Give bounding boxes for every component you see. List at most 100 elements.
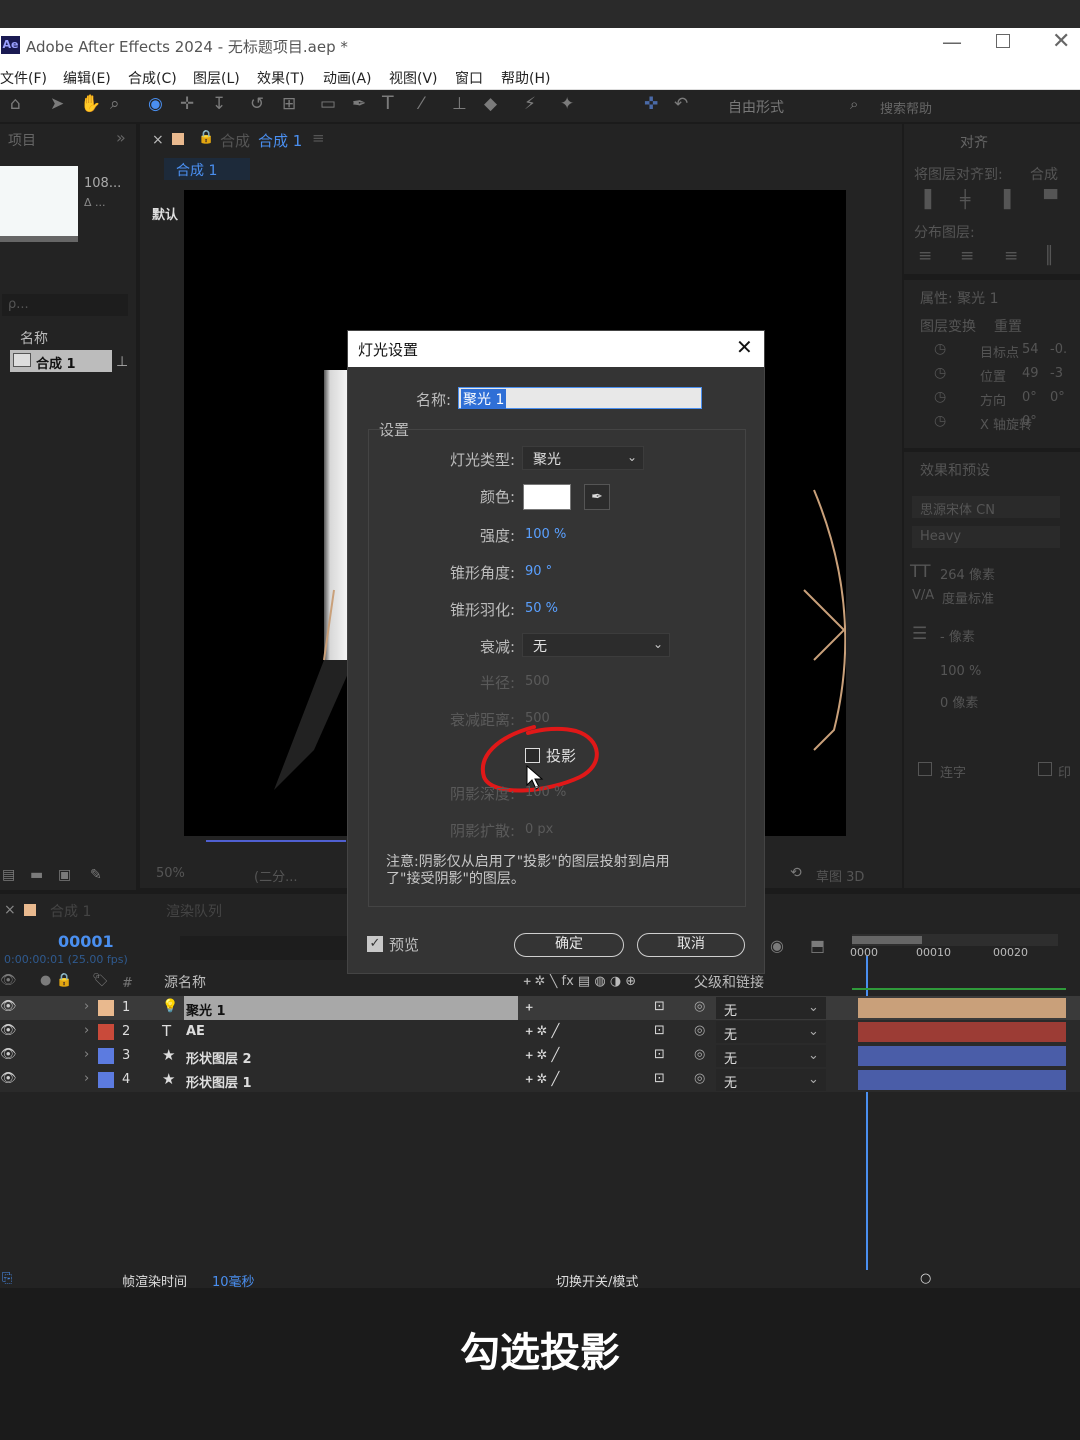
resolution-select[interactable]: (二分... <box>254 866 297 885</box>
close-comp-tab-icon[interactable]: × <box>152 132 164 148</box>
menu-edit[interactable]: 编辑(E) <box>63 68 111 88</box>
graph-editor-icon[interactable]: ⬒ <box>810 938 825 954</box>
layer-row-3[interactable]: 👁 › 3 ★ 形状图层 2 ᚐ ✲ ╱ ⊡ ◎ 无 ⌄ <box>0 1044 1080 1068</box>
prop-value-target[interactable]: 54 <box>1022 342 1039 357</box>
falloff-select[interactable]: 无 ⌄ <box>522 633 670 657</box>
workspace-mode[interactable]: 自由形式 <box>728 97 784 117</box>
preview-label[interactable]: 预览 <box>389 934 419 955</box>
pickwhip-icon[interactable]: ◎ <box>694 999 705 1014</box>
eye-icon[interactable]: 👁 <box>0 1000 17 1013</box>
switches-icon[interactable]: ᚐ ✲ ╱ <box>526 1024 559 1039</box>
align-left-icon[interactable]: ▐ <box>918 192 931 209</box>
project-tab[interactable]: 项目 <box>8 130 36 150</box>
rotate-tool-icon[interactable]: ↺ <box>250 96 264 113</box>
other-checkbox[interactable] <box>1038 762 1052 776</box>
prop-value-position[interactable]: 49 <box>1022 366 1039 381</box>
3d-switch-icon[interactable]: ⊡ <box>654 1023 665 1038</box>
pan-tool-icon[interactable]: ✛ <box>180 96 194 113</box>
prop-extra-2[interactable]: 0° <box>1050 390 1065 405</box>
search-help-input[interactable]: 搜索帮助 <box>880 98 932 117</box>
timeline-search-input[interactable] <box>180 936 350 960</box>
expand-icon[interactable]: » <box>116 128 126 147</box>
breadcrumb[interactable]: 合成 1 <box>164 158 250 180</box>
source-name-header[interactable]: 源名称 <box>164 972 206 992</box>
parent-select[interactable]: 无 ⌄ <box>716 1069 826 1091</box>
parent-select[interactable]: 无 ⌄ <box>716 1045 826 1067</box>
layer-row-4[interactable]: 👁 › 4 ★ 形状图层 1 ᚐ ✲ ╱ ⊡ ◎ 无 ⌄ <box>0 1068 1080 1092</box>
align-right-icon[interactable]: ▌ <box>1004 192 1017 209</box>
eye-icon[interactable]: 👁 <box>0 1024 17 1037</box>
layer-row-1[interactable]: 👁 › 1 💡 聚光 1 ᚐ ⊡ ◎ 无 ⌄ <box>0 996 1080 1020</box>
menu-animation[interactable]: 动画(A) <box>323 68 372 88</box>
menu-effect[interactable]: 效果(T) <box>257 68 304 88</box>
timeline-tab[interactable]: 合成 1 <box>50 901 91 921</box>
draft3d-label[interactable]: 草图 3D <box>816 866 864 885</box>
render-queue-tab[interactable]: 渲染队列 <box>166 901 222 921</box>
eye-icon[interactable]: 👁 <box>0 1072 17 1085</box>
hand-tool-icon[interactable]: ✋ <box>80 96 101 113</box>
stopwatch-icon[interactable]: ◷ <box>934 414 946 428</box>
anchor-tool-icon[interactable]: ⊞ <box>282 96 296 113</box>
align-top-icon[interactable]: ▀ <box>1044 192 1057 209</box>
parent-header[interactable]: 父级和链接 <box>694 972 764 992</box>
pen-tool-icon[interactable]: ✒ <box>352 96 366 113</box>
lock-icon[interactable]: 🔒 <box>198 130 214 145</box>
3d-switch-icon[interactable]: ⊡ <box>654 1071 665 1086</box>
pickwhip-icon[interactable]: ◎ <box>694 1023 705 1038</box>
expand-arrow-icon[interactable]: › <box>84 1023 89 1038</box>
expand-arrow-icon[interactable]: › <box>84 999 89 1014</box>
tracking-value[interactable]: 度量标准 <box>942 588 994 607</box>
orbit-tool-icon[interactable]: ◉ <box>148 96 163 113</box>
ligature-checkbox[interactable] <box>918 762 932 776</box>
prop-value-xrotation[interactable]: 0° <box>1022 414 1037 429</box>
draft3d-icon[interactable]: ⟲ <box>790 866 802 880</box>
panel-menu-icon[interactable]: ≡ <box>312 129 325 147</box>
text-tool-icon[interactable]: T <box>382 94 394 113</box>
font-style-select[interactable]: Heavy <box>912 526 1060 548</box>
menu-composition[interactable]: 合成(C) <box>128 68 177 88</box>
work-area-bar[interactable] <box>852 934 1058 946</box>
layer-name[interactable]: 形状图层 1 <box>186 1072 252 1091</box>
properties-tab[interactable]: 属性: 聚光 1 <box>920 288 999 308</box>
project-item-comp[interactable]: 合成 1 <box>10 350 112 372</box>
distribute-horizontal-icon[interactable]: ║ <box>1044 248 1054 265</box>
layer-name-cell[interactable]: 聚光 1 <box>184 996 518 1020</box>
roto-tool-icon[interactable]: ⚡ <box>524 96 536 113</box>
zoom-tool-icon[interactable]: ⌕ <box>110 96 120 113</box>
shy-switch-icon[interactable]: ᚐ <box>526 1000 532 1015</box>
project-search-input[interactable]: ρ... <box>2 294 128 316</box>
3d-switch-icon[interactable]: ⊡ <box>654 1047 665 1062</box>
label-color[interactable] <box>98 1000 114 1016</box>
new-folder-icon[interactable]: ▬ <box>30 868 43 882</box>
layer-name[interactable]: AE <box>186 1024 205 1039</box>
layer-duration-bar[interactable] <box>858 1022 1066 1042</box>
color-swatch[interactable] <box>523 484 571 510</box>
scale-value[interactable]: 100 % <box>940 664 981 679</box>
eraser-tool-icon[interactable]: ◆ <box>484 96 497 113</box>
close-timeline-tab-icon[interactable]: × <box>4 902 16 918</box>
comp-tab-name[interactable]: 合成 1 <box>258 130 302 151</box>
switches-icon[interactable]: ᚐ ✲ ╱ <box>526 1072 559 1087</box>
brush-icon[interactable]: ✎ <box>90 868 102 882</box>
font-family-select[interactable]: 思源宋体 CN <box>912 496 1060 518</box>
work-area-range[interactable] <box>852 936 922 944</box>
flowchart-icon[interactable]: ⊥ <box>116 354 128 370</box>
parent-select[interactable]: 无 ⌄ <box>716 1021 826 1043</box>
rectangle-tool-icon[interactable]: ▭ <box>320 96 336 113</box>
home-icon[interactable]: ⌂ <box>10 96 21 113</box>
prop-extra-0[interactable]: -0. <box>1050 342 1067 357</box>
light-type-select[interactable]: 聚光 ⌄ <box>522 446 644 470</box>
snap-icon[interactable]: ✜ <box>644 96 658 113</box>
prop-value-orientation[interactable]: 0° <box>1022 390 1037 405</box>
render-icon[interactable]: ⎘ <box>2 1271 12 1286</box>
label-color[interactable] <box>98 1048 114 1064</box>
prop-extra-1[interactable]: -3 <box>1050 366 1063 381</box>
parent-select[interactable]: 无 ⌄ <box>716 997 826 1019</box>
baseline-value[interactable]: 0 像素 <box>940 692 978 711</box>
brush-tool-icon[interactable]: ⁄ <box>420 96 423 113</box>
menu-window[interactable]: 窗口 <box>455 68 483 88</box>
label-color[interactable] <box>98 1072 114 1088</box>
stopwatch-icon[interactable]: ◷ <box>934 390 946 404</box>
effects-tab[interactable]: 效果和预设 <box>920 460 990 480</box>
interpret-footage-icon[interactable]: ▤ <box>2 868 15 882</box>
